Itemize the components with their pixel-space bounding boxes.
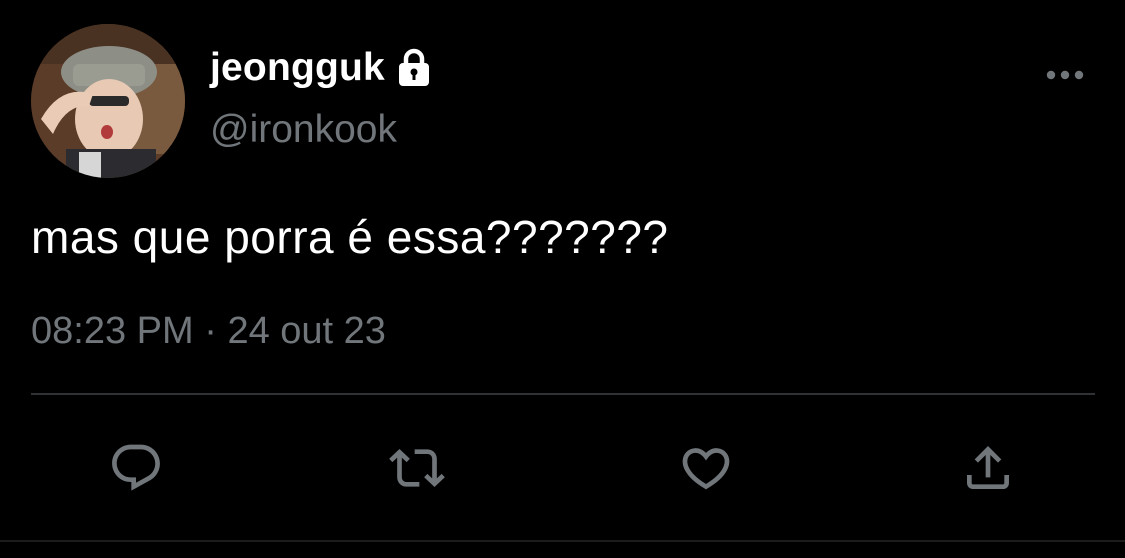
like-button[interactable]: [676, 438, 736, 498]
tweet-card: jeongguk @ironkook mas que porra é essa?…: [0, 0, 1125, 558]
bottom-divider: [0, 540, 1125, 542]
meta-separator: ·: [193, 310, 228, 352]
retweet-icon: [389, 449, 445, 487]
retweet-button[interactable]: [387, 438, 447, 498]
heart-icon: [682, 448, 730, 490]
avatar-photo: [31, 24, 185, 178]
display-name[interactable]: jeongguk: [210, 46, 385, 90]
share-button[interactable]: [958, 438, 1018, 498]
lock-icon: [393, 47, 435, 89]
tweet-time[interactable]: 08:23 PM: [31, 310, 194, 352]
user-handle[interactable]: @ironkook: [210, 108, 397, 152]
share-icon: [967, 446, 1009, 489]
name-row: jeongguk: [210, 44, 435, 92]
reply-button[interactable]: [106, 438, 166, 498]
more-options-button[interactable]: [1040, 60, 1090, 90]
tweet-date[interactable]: 24 out 23: [227, 310, 385, 352]
tweet-meta: 08:23 PM · 24 out 23: [31, 310, 386, 353]
reply-icon: [112, 444, 160, 491]
more-icon: [1046, 70, 1084, 80]
avatar[interactable]: [31, 24, 185, 178]
action-bar: [0, 430, 1125, 510]
divider: [31, 393, 1095, 395]
tweet-text: mas que porra é essa???????: [31, 211, 669, 263]
